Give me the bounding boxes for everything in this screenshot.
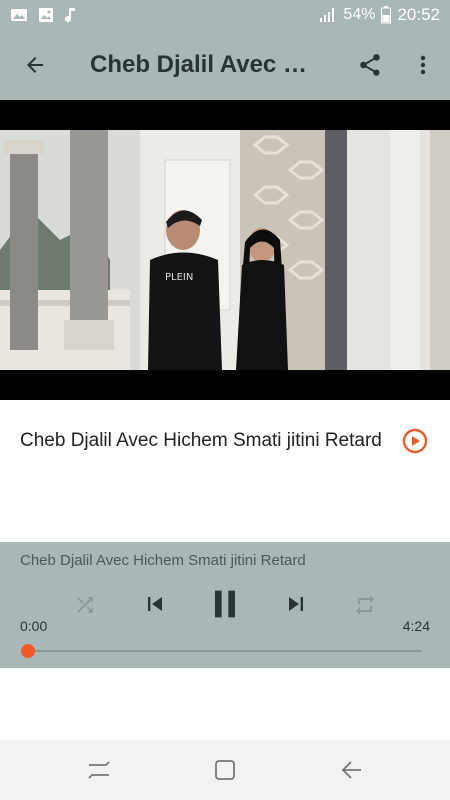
skip-next-icon — [289, 597, 303, 611]
pause-icon — [215, 590, 235, 618]
page-title: Cheb Djalil Avec Hichem Smati jitini Ret… — [90, 51, 320, 78]
back-button[interactable] — [0, 30, 70, 100]
duration: 4:24 — [402, 618, 430, 634]
home-button[interactable] — [210, 755, 240, 785]
back-icon — [341, 761, 361, 779]
battery-icon — [381, 6, 392, 24]
more-vert-icon — [420, 55, 426, 75]
system-nav-bar — [0, 740, 450, 800]
next-button[interactable] — [280, 588, 312, 620]
play-button[interactable] — [402, 428, 428, 454]
image-notification-icon — [38, 7, 54, 23]
nav-back-button[interactable] — [336, 755, 366, 785]
skip-previous-icon — [148, 597, 162, 611]
content-empty-area — [0, 668, 450, 740]
svg-text:PLEIN: PLEIN — [165, 272, 193, 283]
track-title: Cheb Djalil Avec Hichem Smati jitini Ret… — [20, 430, 382, 451]
seek-thumb[interactable] — [21, 644, 35, 658]
gallery-notification-icon — [10, 7, 28, 23]
signal-icon — [319, 7, 337, 23]
video-player[interactable]: PLEIN — [0, 100, 450, 400]
pause-button[interactable] — [203, 582, 247, 626]
recent-apps-button[interactable] — [84, 755, 114, 785]
music-notification-icon — [64, 7, 76, 23]
arrow-left-icon — [27, 57, 43, 73]
share-icon — [360, 54, 380, 76]
previous-button[interactable] — [139, 588, 171, 620]
app-bar: Cheb Djalil Avec Hichem Smati jitini Ret… — [0, 30, 450, 100]
player-track-title: Cheb Djalil Avec Hichem Smati jitini Ret… — [20, 552, 306, 569]
shuffle-button[interactable] — [70, 590, 100, 620]
status-time: 20:52 — [397, 5, 440, 24]
home-icon — [215, 760, 235, 780]
repeat-icon — [356, 595, 374, 615]
track-list-item[interactable]: Cheb Djalil Avec Hichem Smati jitini Ret… — [0, 400, 450, 542]
play-circle-icon — [402, 428, 428, 454]
repeat-button[interactable] — [350, 590, 380, 620]
share-button[interactable] — [350, 45, 390, 85]
video-frame: PLEIN — [0, 130, 450, 370]
status-bar: 54% 20:52 — [0, 0, 450, 30]
shuffle-icon — [77, 597, 93, 613]
more-options-button[interactable] — [405, 45, 441, 85]
recent-apps-icon — [88, 761, 110, 779]
mini-player: Cheb Djalil Avec Hichem Smati jitini Ret… — [0, 542, 450, 668]
seek-bar[interactable] — [28, 650, 422, 652]
current-time: 0:00 — [20, 618, 48, 634]
battery-percent: 54% — [343, 6, 376, 23]
